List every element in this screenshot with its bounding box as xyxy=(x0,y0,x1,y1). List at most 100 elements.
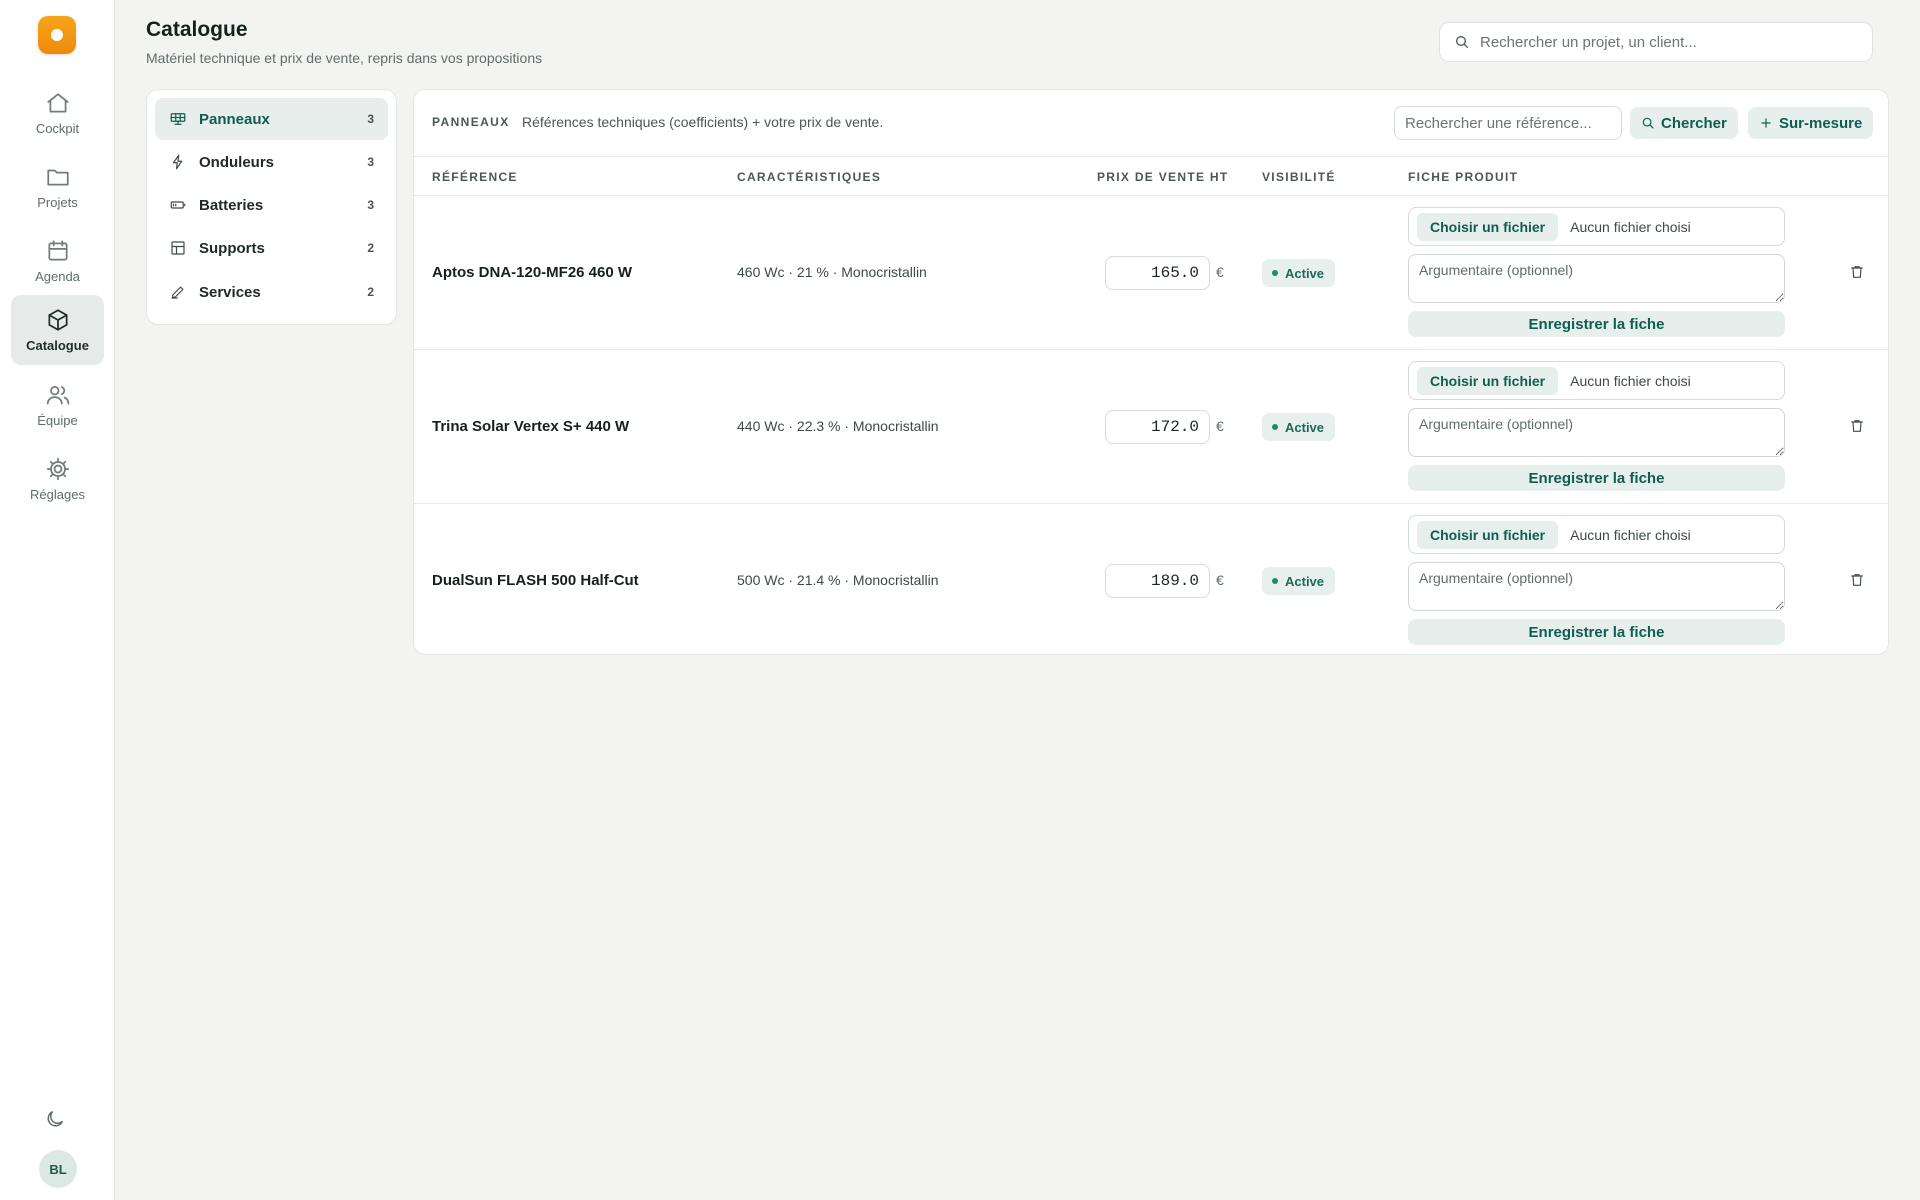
argument-textarea[interactable] xyxy=(1408,254,1785,303)
delete-button[interactable] xyxy=(1849,264,1867,282)
category-panel: Panneaux 3 Onduleurs 3 Batteries 3 Suppo… xyxy=(146,89,397,325)
currency-symbol: € xyxy=(1216,264,1224,280)
category-services[interactable]: Services 2 xyxy=(155,271,388,313)
status-dot xyxy=(1272,578,1278,584)
category-label: Panneaux xyxy=(199,110,270,128)
calendar-icon xyxy=(47,240,68,261)
delete-button[interactable] xyxy=(1849,418,1867,436)
nav-label: Cockpit xyxy=(35,121,80,136)
nav-label: Catalogue xyxy=(26,338,89,353)
price-input[interactable] xyxy=(1105,410,1210,444)
table-row: Aptos DNA-120-MF26 460 W 460 Wc · 21 % ·… xyxy=(414,196,1888,350)
product-reference: Trina Solar Vertex S+ 440 W xyxy=(432,418,630,435)
file-status: Aucun fichier choisi xyxy=(1570,526,1691,543)
save-sheet-button[interactable]: Enregistrer la fiche xyxy=(1408,465,1785,491)
nav-agenda[interactable]: Agenda xyxy=(11,226,104,296)
choose-file-button[interactable]: Choisir un fichier xyxy=(1417,212,1559,241)
save-sheet-button[interactable]: Enregistrer la fiche xyxy=(1408,619,1785,645)
nav-label: Équipe xyxy=(37,413,78,428)
argument-textarea[interactable] xyxy=(1408,562,1785,611)
page-title: Catalogue xyxy=(146,18,248,41)
logo-dot xyxy=(51,29,63,41)
reference-search-input[interactable] xyxy=(1394,106,1622,140)
search-icon xyxy=(1642,117,1654,129)
nav-cockpit[interactable]: Cockpit xyxy=(11,78,104,148)
status-badge[interactable]: Active xyxy=(1262,567,1336,595)
column-header-visibility: VISIBILITÉ xyxy=(1262,170,1336,184)
category-supports[interactable]: Supports 2 xyxy=(155,227,388,269)
nav-equipe[interactable]: Équipe xyxy=(11,370,104,440)
category-onduleurs[interactable]: Onduleurs 3 xyxy=(155,141,388,183)
category-label: Supports xyxy=(199,239,265,257)
custom-button-label: Sur-mesure xyxy=(1779,114,1863,132)
choose-file-button[interactable]: Choisir un fichier xyxy=(1417,366,1559,395)
panel-description: Références techniques (coefficients) + v… xyxy=(522,114,884,130)
theme-toggle[interactable] xyxy=(44,1108,70,1134)
category-count: 3 xyxy=(367,198,374,212)
status-dot xyxy=(1272,424,1278,430)
table-row: Trina Solar Vertex S+ 440 W 440 Wc · 22.… xyxy=(414,350,1888,504)
argument-textarea[interactable] xyxy=(1408,408,1785,457)
app-logo[interactable] xyxy=(38,16,76,54)
category-label: Onduleurs xyxy=(199,153,275,171)
search-button[interactable]: Chercher xyxy=(1630,107,1738,139)
column-header-sheet: FICHE PRODUIT xyxy=(1408,170,1519,184)
avatar[interactable]: BL xyxy=(39,1150,77,1188)
nav-label: Agenda xyxy=(35,269,80,284)
currency-symbol: € xyxy=(1216,572,1224,588)
column-header-reference: RÉFÉRENCE xyxy=(432,170,518,184)
category-label: Services xyxy=(199,283,261,301)
column-header-price: PRIX DE VENTE HT xyxy=(1097,170,1229,184)
category-count: 3 xyxy=(367,155,374,169)
price-input[interactable] xyxy=(1105,256,1210,290)
delete-button[interactable] xyxy=(1849,572,1867,590)
trash-icon xyxy=(1851,266,1863,278)
table-row: DualSun FLASH 500 Half-Cut 500 Wc · 21.4… xyxy=(414,504,1888,654)
nav-label: Réglages xyxy=(30,487,85,502)
product-reference: DualSun FLASH 500 Half-Cut xyxy=(432,572,639,589)
status-label: Active xyxy=(1285,419,1325,435)
category-count: 2 xyxy=(367,285,374,299)
category-panneaux[interactable]: Panneaux 3 xyxy=(155,98,388,140)
catalogue-table-panel: PANNEAUX Références techniques (coeffici… xyxy=(413,89,1889,655)
nav-projets[interactable]: Projets xyxy=(11,152,104,222)
trash-icon xyxy=(1851,574,1863,586)
column-header-specs: CARACTÉRISTIQUES xyxy=(737,170,882,184)
currency-symbol: € xyxy=(1216,418,1224,434)
product-specs: 440 Wc · 22.3 % · Monocristallin xyxy=(737,418,939,434)
global-search[interactable] xyxy=(1439,22,1873,62)
box-icon xyxy=(47,309,68,331)
lightning-icon xyxy=(172,154,183,170)
status-badge[interactable]: Active xyxy=(1262,259,1336,287)
users-icon xyxy=(46,386,69,405)
page-subtitle: Matériel technique et prix de vente, rep… xyxy=(146,50,543,66)
product-specs: 500 Wc · 21.4 % · Monocristallin xyxy=(737,572,939,588)
global-search-input[interactable] xyxy=(1480,33,1860,51)
file-picker: Choisir un fichier Aucun fichier choisi xyxy=(1408,361,1785,400)
trash-icon xyxy=(1851,420,1863,432)
search-icon xyxy=(1456,36,1469,49)
plus-icon xyxy=(1761,118,1771,128)
product-reference: Aptos DNA-120-MF26 460 W xyxy=(432,264,633,281)
choose-file-button[interactable]: Choisir un fichier xyxy=(1417,520,1559,549)
category-count: 3 xyxy=(367,112,374,126)
moon-icon xyxy=(47,1110,64,1127)
folder-icon xyxy=(46,169,69,186)
table-header: RÉFÉRENCE CARACTÉRISTIQUES PRIX DE VENTE… xyxy=(414,156,1888,196)
gear-icon xyxy=(46,457,69,481)
home-icon xyxy=(46,93,69,113)
file-picker: Choisir un fichier Aucun fichier choisi xyxy=(1408,515,1785,554)
nav-reglages[interactable]: Réglages xyxy=(11,444,104,514)
save-sheet-button[interactable]: Enregistrer la fiche xyxy=(1408,311,1785,337)
status-badge[interactable]: Active xyxy=(1262,413,1336,441)
file-status: Aucun fichier choisi xyxy=(1570,218,1691,235)
custom-item-button[interactable]: Sur-mesure xyxy=(1748,107,1874,139)
sidebar: Cockpit Projets Agenda Catalogue Équipe … xyxy=(0,0,115,1200)
nav-catalogue[interactable]: Catalogue xyxy=(11,295,104,365)
product-specs: 460 Wc · 21 % · Monocristallin xyxy=(737,264,927,280)
file-picker: Choisir un fichier Aucun fichier choisi xyxy=(1408,207,1785,246)
category-batteries[interactable]: Batteries 3 xyxy=(155,184,388,226)
price-input[interactable] xyxy=(1105,564,1210,598)
search-button-label: Chercher xyxy=(1661,114,1727,132)
status-label: Active xyxy=(1285,573,1325,589)
